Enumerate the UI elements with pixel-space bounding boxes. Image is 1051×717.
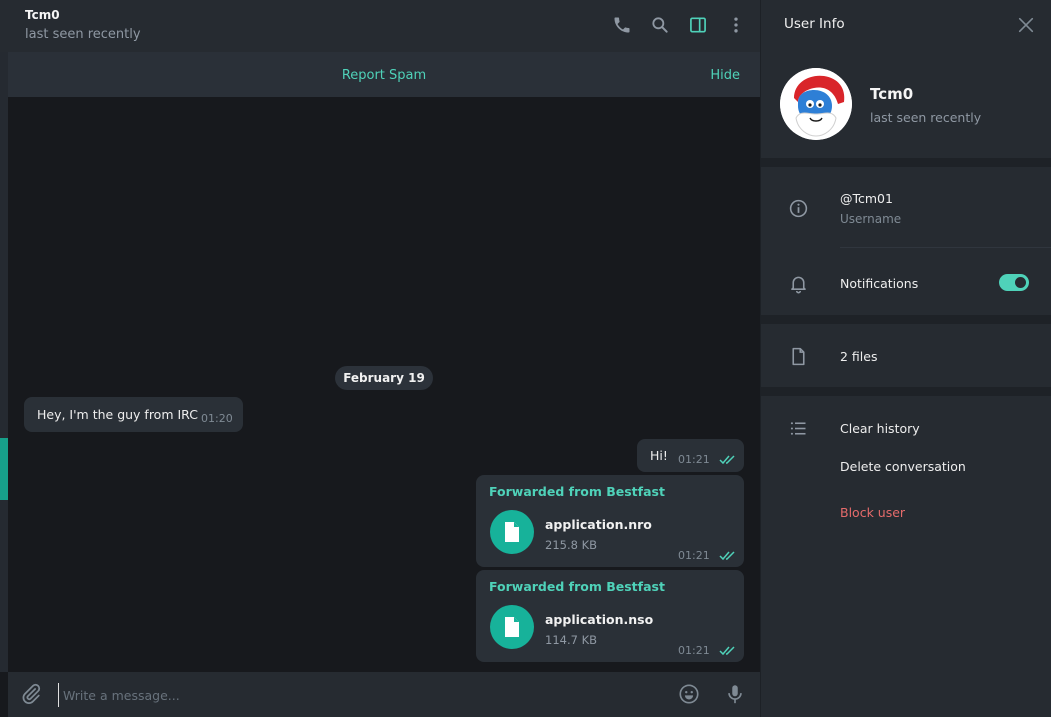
username-label: Username	[840, 212, 902, 226]
file-size: 114.7 KB	[545, 633, 598, 647]
list-icon	[787, 417, 809, 439]
section-divider	[761, 315, 1051, 324]
block-user-button[interactable]: Block user	[840, 505, 905, 520]
notifications-toggle[interactable]	[999, 274, 1029, 291]
file-name: application.nso	[545, 612, 654, 627]
forwarded-from-label[interactable]: Forwarded from Bestfast	[489, 484, 665, 499]
search-icon[interactable]	[648, 13, 672, 37]
delete-conversation-button[interactable]: Delete conversation	[840, 459, 966, 474]
microphone-icon[interactable]	[723, 682, 747, 706]
read-checks-icon	[719, 551, 735, 561]
file-message[interactable]: Forwarded from Bestfast application.nro …	[476, 475, 744, 567]
emoji-icon[interactable]	[677, 682, 701, 706]
info-icon	[787, 197, 809, 219]
row-divider	[840, 247, 1051, 248]
message-time: 01:21	[678, 644, 710, 657]
hide-spam-bar-button[interactable]: Hide	[710, 68, 740, 83]
chat-header: Tcm0 last seen recently	[0, 0, 760, 52]
section-divider	[761, 387, 1051, 396]
message-time: 01:21	[678, 549, 710, 562]
file-name: application.nro	[545, 517, 652, 532]
left-edge-strip	[0, 52, 8, 672]
read-checks-icon	[719, 646, 735, 656]
report-spam-bar: Report Spam Hide	[8, 52, 760, 97]
file-download-button[interactable]	[490, 605, 534, 649]
username-value[interactable]: @Tcm01	[840, 191, 893, 206]
close-icon[interactable]	[1015, 14, 1037, 36]
file-download-button[interactable]	[490, 510, 534, 554]
avatar[interactable]	[780, 68, 852, 140]
message-time: 01:20	[201, 412, 233, 425]
clear-history-button[interactable]: Clear history	[840, 421, 920, 436]
profile-status: last seen recently	[870, 110, 982, 125]
chat-status: last seen recently	[25, 27, 141, 42]
left-edge-accent	[0, 438, 8, 500]
toggle-knob	[1013, 275, 1028, 290]
user-info-panel: User Info Tcm0 last seen recently @Tcm01…	[760, 0, 1051, 717]
chat-area: Tcm0 last seen recently Report Spam Hide…	[0, 0, 760, 717]
document-icon	[505, 522, 519, 542]
incoming-message[interactable]: Hey, I'm the guy from IRC 01:20	[24, 397, 243, 432]
shared-files-link[interactable]: 2 files	[840, 349, 877, 364]
forwarded-from-label[interactable]: Forwarded from Bestfast	[489, 579, 665, 594]
date-divider: February 19	[335, 366, 433, 390]
document-icon	[505, 617, 519, 637]
more-vertical-icon[interactable]	[724, 13, 748, 37]
profile-name: Tcm0	[870, 85, 914, 103]
notifications-label: Notifications	[840, 276, 919, 291]
outgoing-message[interactable]: Hi! 01:21	[637, 439, 744, 472]
attach-icon[interactable]	[19, 682, 43, 706]
chat-title[interactable]: Tcm0	[25, 8, 60, 22]
file-icon	[787, 345, 809, 367]
report-spam-button[interactable]: Report Spam	[8, 68, 760, 83]
message-time: 01:21	[678, 453, 710, 466]
section-divider	[761, 158, 1051, 167]
panel-title: User Info	[784, 16, 845, 32]
message-composer	[8, 672, 760, 717]
sidebar-toggle-icon[interactable]	[686, 13, 710, 37]
phone-icon[interactable]	[610, 13, 634, 37]
bell-icon	[787, 272, 809, 294]
message-text: Hi!	[650, 448, 668, 463]
read-checks-icon	[719, 455, 735, 465]
file-size: 215.8 KB	[545, 538, 598, 552]
message-text: Hey, I'm the guy from IRC	[37, 407, 198, 422]
file-message[interactable]: Forwarded from Bestfast application.nso …	[476, 570, 744, 662]
message-input[interactable]	[58, 683, 618, 707]
